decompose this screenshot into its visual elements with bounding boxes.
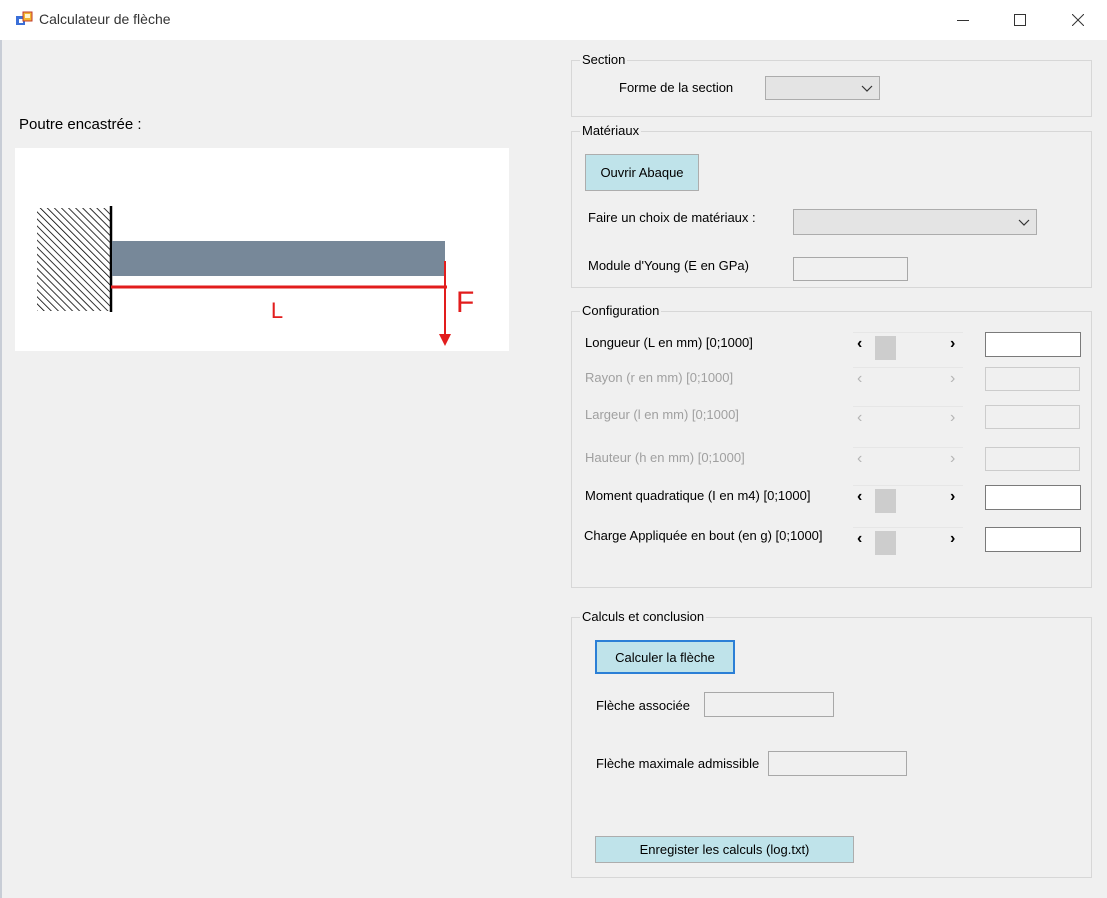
max-deflection-field[interactable] [768,751,907,776]
load-scrollbar[interactable]: ‹ › [853,527,963,555]
load-scroll-thumb[interactable] [875,531,896,555]
chevron-right-icon[interactable]: › [950,336,955,352]
chevron-left-icon: ‹ [857,409,863,426]
window-title: Calculateur de flèche [39,11,171,27]
load-label: Charge Appliquée en bout (en g) [0;1000] [584,528,823,543]
cantilever-diagram: L F [15,148,509,351]
chevron-left-icon: ‹ [857,370,863,387]
configuration-legend: Configuration [582,303,660,318]
moment-label: Moment quadratique (I en m4) [0;1000] [585,488,811,503]
force-arrow-head [439,334,451,346]
beam-heading: Poutre encastrée : [19,116,142,133]
close-button[interactable] [1055,0,1101,40]
width-scrollbar: ‹ › [853,406,963,431]
title-bar: Calculateur de flèche [0,0,1107,40]
length-scroll-thumb[interactable] [875,336,896,360]
length-field[interactable] [985,332,1081,357]
length-label: Longueur (L en mm) [0;1000] [585,335,753,350]
radius-label: Rayon (r en mm) [0;1000] [585,370,734,385]
app-icon [16,11,33,25]
materials-legend: Matériaux [582,123,640,138]
height-field [985,447,1080,471]
section-shape-label: Forme de la section [619,80,734,95]
chevron-right-icon: › [950,450,956,467]
chevron-left-icon[interactable]: ‹ [857,489,862,505]
material-combobox[interactable] [793,209,1037,235]
minimize-button[interactable] [940,0,986,40]
open-abaque-button[interactable]: Ouvrir Abaque [585,154,699,191]
load-field[interactable] [985,527,1081,552]
close-icon [1072,14,1084,26]
deflection-field[interactable] [704,692,834,717]
beam [112,241,445,276]
save-log-button[interactable]: Enregister les calculs (log.txt) [595,836,854,863]
chevron-right-icon: › [950,409,956,426]
window-edge [0,40,2,898]
chevron-right-icon[interactable]: › [950,489,955,505]
max-deflection-label: Flèche maximale admissible [596,756,760,771]
compute-deflection-button[interactable]: Calculer la flèche [595,640,735,674]
width-field [985,405,1080,429]
section-legend: Section [582,52,626,67]
force-label: F [456,286,474,319]
chevron-down-icon [861,85,873,92]
length-scrollbar[interactable]: ‹ › [853,332,963,360]
width-label: Largeur (l en mm) [0;1000] [585,407,739,422]
material-choice-label: Faire un choix de matériaux : [588,210,756,225]
wall-hatch [37,208,111,311]
young-modulus-label: Module d'Young (E en GPa) [588,258,749,273]
maximize-icon [1014,14,1026,26]
chevron-left-icon[interactable]: ‹ [857,336,862,352]
maximize-button[interactable] [997,0,1043,40]
chevron-left-icon[interactable]: ‹ [857,531,862,547]
minimize-icon [957,20,969,21]
height-scrollbar: ‹ › [853,447,963,472]
moment-scroll-thumb[interactable] [875,489,896,513]
radius-field [985,367,1080,391]
chevron-right-icon[interactable]: › [950,531,955,547]
chevron-right-icon: › [950,370,956,387]
chevron-down-icon [1018,219,1030,226]
young-modulus-field[interactable] [793,257,908,281]
chevron-left-icon: ‹ [857,450,863,467]
calculations-legend: Calculs et conclusion [582,609,705,624]
deflection-label: Flèche associée [596,698,690,713]
section-shape-combobox[interactable] [765,76,880,100]
moment-scrollbar[interactable]: ‹ › [853,485,963,513]
moment-field[interactable] [985,485,1081,510]
radius-scrollbar: ‹ › [853,367,963,392]
height-label: Hauteur (h en mm) [0;1000] [585,450,745,465]
length-label: L [271,298,283,323]
